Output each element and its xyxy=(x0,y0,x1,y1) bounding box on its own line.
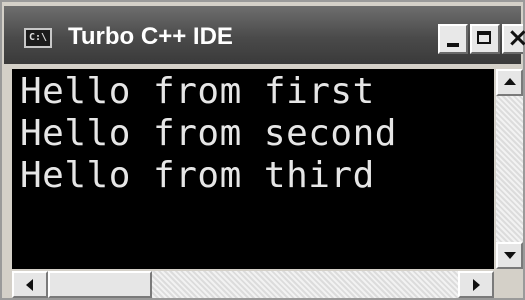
arrow-up-icon xyxy=(504,78,516,85)
console-line: Hello from second xyxy=(20,113,397,154)
scroll-left-button[interactable] xyxy=(12,271,48,298)
vertical-scrollbar[interactable] xyxy=(496,69,523,269)
scroll-right-button[interactable] xyxy=(458,271,494,298)
horizontal-scroll-thumb[interactable] xyxy=(48,271,152,298)
horizontal-scrollbar[interactable] xyxy=(12,271,494,298)
maximize-button[interactable] xyxy=(470,24,500,54)
title-bar[interactable]: C:\ Turbo C++ IDE × xyxy=(4,6,525,64)
arrow-left-icon xyxy=(26,279,33,291)
arrow-right-icon xyxy=(473,279,480,291)
size-grip[interactable] xyxy=(496,271,523,298)
window-title: Turbo C++ IDE xyxy=(68,23,233,50)
close-button[interactable]: × xyxy=(502,23,525,54)
scroll-up-button[interactable] xyxy=(496,69,523,96)
minimize-button[interactable] xyxy=(438,24,468,54)
console-window: C:\ Turbo C++ IDE × Hello from first Hel… xyxy=(0,0,525,300)
close-icon: × xyxy=(507,23,525,53)
console-output[interactable]: Hello from first Hello from second Hello… xyxy=(12,69,494,269)
console-window-icon[interactable]: C:\ xyxy=(24,28,52,48)
maximize-icon xyxy=(477,31,491,44)
console-line: Hello from first xyxy=(20,71,375,112)
arrow-down-icon xyxy=(504,252,516,259)
minimize-icon xyxy=(447,43,459,47)
console-line: Hello from third xyxy=(20,155,375,196)
scroll-down-button[interactable] xyxy=(496,242,523,269)
